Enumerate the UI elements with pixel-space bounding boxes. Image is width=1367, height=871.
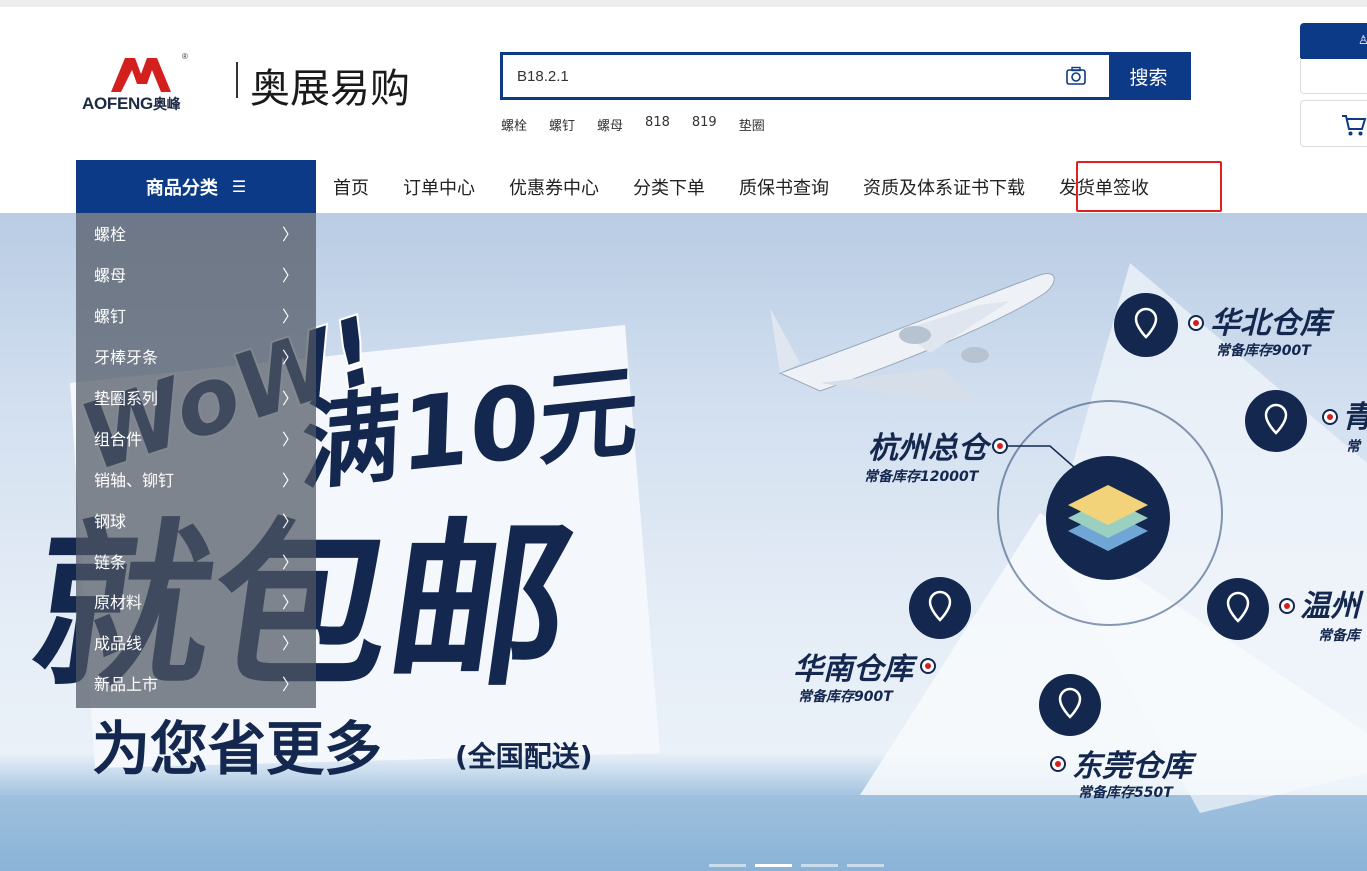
airplane-icon [770,273,1055,403]
hotword-link[interactable]: 螺栓 [501,115,527,134]
hotword-link[interactable]: 819 [692,115,717,134]
nav-item-coupons[interactable]: 优惠券中心 [492,174,616,200]
slider-dot[interactable] [709,864,746,867]
category-item[interactable]: 新品上市〉 [76,663,316,704]
hot-search-words: 螺栓 螺钉 螺母 818 819 垫圈 [501,115,787,134]
cart-icon [1342,115,1367,136]
category-item[interactable]: 钢球〉 [76,499,316,540]
nav-item-certificates[interactable]: 资质及体系证书下载 [846,174,1042,200]
slider-dot-active[interactable] [755,864,792,867]
pin-icon [1207,578,1269,640]
warehouse-name: 华北仓库 [1210,306,1335,341]
camera-icon[interactable] [1065,65,1087,87]
category-item[interactable]: 原材料〉 [76,581,316,622]
list-icon: ☰ [231,177,247,196]
warehouse-stock: 常备库存900T [798,688,894,705]
warehouse-name: 青 [1342,400,1367,435]
hotword-link[interactable]: 螺母 [597,115,623,134]
slogan: 为您省更多 [92,715,382,783]
chevron-right-icon: 〉 [281,348,298,368]
logo-mark-icon [111,58,171,92]
category-item[interactable]: 螺母〉 [76,254,316,295]
cart-button[interactable] [1300,100,1367,147]
category-item[interactable]: 组合件〉 [76,417,316,458]
warehouse-name: 温州 [1300,589,1364,624]
user-widget[interactable]: ♙ [1300,23,1367,59]
chevron-right-icon: 〉 [281,470,298,490]
logo-divider [236,62,238,98]
nav-item-orders[interactable]: 订单中心 [386,174,492,200]
warehouse-stock: 常备库 [1318,627,1363,644]
hotword-link[interactable]: 818 [645,115,670,134]
pin-icon [909,577,971,639]
site-name: 奥展易购 [250,66,410,112]
warehouse-stock: 常备库存900T [1216,342,1312,359]
chevron-right-icon: 〉 [281,429,298,449]
chevron-right-icon: 〉 [281,593,298,613]
slider-dots [709,864,884,867]
category-menu: 螺栓〉 螺母〉 螺钉〉 牙棒牙条〉 垫圈系列〉 组合件〉 销轴、铆钉〉 钢球〉 … [76,213,316,708]
category-item[interactable]: 垫圈系列〉 [76,377,316,418]
highlight-box [1076,161,1222,212]
chevron-right-icon: 〉 [281,552,298,572]
pin-icon [1039,674,1101,736]
pin-icon [1245,390,1307,452]
registered-mark: ® [182,52,188,61]
user-icon: ♙ [1358,33,1367,47]
chevron-right-icon: 〉 [281,225,298,245]
chevron-right-icon: 〉 [281,389,298,408]
warehouse-name: 东莞仓库 [1072,749,1197,784]
category-item[interactable]: 螺钉〉 [76,295,316,336]
category-item[interactable]: 链条〉 [76,540,316,581]
nav-item-warranty[interactable]: 质保书查询 [722,174,846,200]
nav-links: 首页 订单中心 优惠券中心 分类下单 质保书查询 资质及体系证书下载 发货单签收 [316,160,1166,213]
warehouse-stock: 常备库存550T [1078,784,1174,801]
warehouse-stock: 常备库存12000T [864,468,980,485]
category-item[interactable]: 成品线〉 [76,622,316,663]
search-button[interactable]: 搜索 [1109,55,1188,97]
nav-item-home[interactable]: 首页 [316,174,386,200]
search-bar: 搜索 [500,52,1191,100]
chevron-right-icon: 〉 [281,266,298,286]
slider-dot[interactable] [847,864,884,867]
search-input[interactable] [503,55,1112,97]
category-item[interactable]: 螺栓〉 [76,213,316,254]
chevron-right-icon: 〉 [281,634,298,654]
warehouse-stock: 常 [1346,438,1362,455]
slider-dot[interactable] [801,864,838,867]
chevron-right-icon: 〉 [281,307,298,327]
pin-icon [1114,293,1178,357]
logo-brand-en: AOFENG奥峰 [82,94,181,113]
warehouse-name: 华南仓库 [793,652,918,687]
hotword-link[interactable]: 螺钉 [549,115,575,134]
slogan-sub: (全国配送) [455,740,593,773]
category-title: 商品分类 [145,177,218,199]
category-item[interactable]: 牙棒牙条〉 [76,336,316,377]
site-logo[interactable]: ® AOFENG奥峰 奥展易购 [82,52,410,114]
category-toggle[interactable]: 商品分类 ☰ [76,160,316,213]
top-strip [0,0,1367,7]
user-widget-panel[interactable] [1300,58,1367,94]
chevron-right-icon: 〉 [281,675,298,695]
hotword-link[interactable]: 垫圈 [739,115,765,134]
chevron-right-icon: 〉 [281,511,298,531]
warehouse-name: 杭州总仓 [868,431,992,466]
category-item[interactable]: 销轴、铆钉〉 [76,458,316,499]
nav-item-category-order[interactable]: 分类下单 [616,174,722,200]
